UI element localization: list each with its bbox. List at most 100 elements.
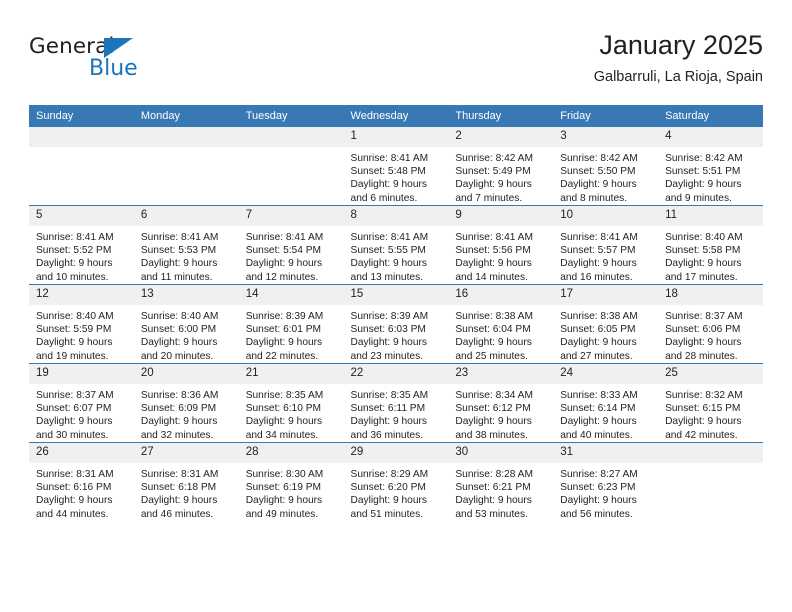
day-number <box>133 127 239 147</box>
sunrise-text: Sunrise: 8:42 AM <box>665 153 743 164</box>
calendar-day-cell[interactable]: 28 Sunrise: 8:30 AM Sunset: 6:19 PM Dayligh… <box>238 442 344 521</box>
daylight-text-line2: and 8 minutes. <box>560 192 628 204</box>
day-number: 26 <box>29 443 134 463</box>
sunrise-text: Sunrise: 8:40 AM <box>36 311 114 322</box>
daylight-text-line2: and 34 minutes. <box>245 429 319 441</box>
daylight-text-line1: Daylight: 9 hours <box>560 258 637 270</box>
day-details: Sunrise: 8:41 AM Sunset: 5:57 PM Daylight:… <box>553 226 658 284</box>
calendar-day-cell[interactable]: 25 Sunrise: 8:32 AM Sunset: 6:15 PM Dayligh… <box>658 363 763 443</box>
day-details: Sunrise: 8:39 AM Sunset: 6:03 PM Daylight:… <box>344 305 449 363</box>
day-details: Sunrise: 8:32 AM Sunset: 6:15 PM Daylight:… <box>658 384 763 442</box>
day-details: Sunrise: 8:27 AM Sunset: 6:23 PM Daylight:… <box>553 463 658 521</box>
sunset-text: Sunset: 6:05 PM <box>560 324 636 336</box>
day-details: Sunrise: 8:37 AM Sunset: 6:06 PM Daylight:… <box>658 305 763 363</box>
calendar-day-cell[interactable]: 6 Sunrise: 8:41 AM Sunset: 5:53 PM Daylight… <box>133 205 239 285</box>
day-details: Sunrise: 8:42 AM Sunset: 5:51 PM Daylight:… <box>658 147 763 205</box>
daylight-text-line2: and 30 minutes. <box>36 429 109 441</box>
calendar-day-cell[interactable]: 20 Sunrise: 8:36 AM Sunset: 6:09 PM Dayligh… <box>133 363 239 443</box>
sunset-text: Sunset: 6:09 PM <box>140 403 217 415</box>
day-number: 5 <box>29 206 134 226</box>
calendar-day-cell[interactable]: 7 Sunrise: 8:41 AM Sunset: 5:54 PM Daylight… <box>238 205 344 285</box>
brand-logo[interactable]: General Blue <box>29 34 209 92</box>
calendar-day-cell[interactable]: 17 Sunrise: 8:38 AM Sunset: 6:05 PM Dayligh… <box>553 284 659 364</box>
sunrise-text: Sunrise: 8:40 AM <box>665 232 743 243</box>
daylight-text-line2: and 46 minutes. <box>140 508 214 520</box>
calendar-day-cell[interactable]: 29 Sunrise: 8:29 AM Sunset: 6:20 PM Dayligh… <box>343 442 449 521</box>
sunset-text: Sunset: 5:57 PM <box>560 245 636 257</box>
calendar-day-cell[interactable]: 13 Sunrise: 8:40 AM Sunset: 6:00 PM Dayligh… <box>133 284 239 364</box>
sunrise-text: Sunrise: 8:32 AM <box>665 390 743 401</box>
daylight-text-line1: Daylight: 9 hours <box>665 258 742 270</box>
day-number: 11 <box>658 206 763 226</box>
daylight-text-line2: and 19 minutes. <box>36 350 109 362</box>
calendar-day-cell[interactable]: 31 Sunrise: 8:27 AM Sunset: 6:23 PM Dayligh… <box>553 442 659 521</box>
calendar-day-cell[interactable]: 5 Sunrise: 8:41 AM Sunset: 5:52 PM Daylight… <box>29 205 134 285</box>
daylight-text-line2: and 11 minutes. <box>140 271 213 283</box>
page-subtitle: Galbarruli, La Rioja, Spain <box>593 69 763 85</box>
calendar-day-cell[interactable]: 2 Sunrise: 8:42 AM Sunset: 5:49 PM Daylight… <box>448 127 554 206</box>
calendar-day-cell[interactable]: 15 Sunrise: 8:39 AM Sunset: 6:03 PM Dayligh… <box>343 284 449 364</box>
daylight-text-line2: and 7 minutes. <box>455 192 523 204</box>
day-details: Sunrise: 8:31 AM Sunset: 6:16 PM Daylight:… <box>29 463 134 521</box>
sunset-text: Sunset: 6:07 PM <box>36 403 112 415</box>
weekday-header-wednesday: Wednesday <box>343 105 449 127</box>
calendar-day-cell[interactable]: 10 Sunrise: 8:41 AM Sunset: 5:57 PM Dayligh… <box>553 205 659 285</box>
calendar-day-cell[interactable]: 3 Sunrise: 8:42 AM Sunset: 5:50 PM Daylight… <box>553 127 659 206</box>
weekday-header-sunday: Sunday <box>29 105 134 127</box>
calendar-day-cell[interactable]: 27 Sunrise: 8:31 AM Sunset: 6:18 PM Dayligh… <box>133 442 239 521</box>
day-number: 17 <box>553 285 659 305</box>
calendar-day-cell[interactable]: 19 Sunrise: 8:37 AM Sunset: 6:07 PM Dayligh… <box>29 363 134 443</box>
day-details: Sunrise: 8:37 AM Sunset: 6:07 PM Daylight:… <box>29 384 134 442</box>
daylight-text-line1: Daylight: 9 hours <box>455 416 532 428</box>
day-number: 21 <box>238 364 344 384</box>
calendar-day-cell[interactable]: 12 Sunrise: 8:40 AM Sunset: 5:59 PM Dayligh… <box>29 284 134 364</box>
daylight-text-line2: and 25 minutes. <box>455 350 528 362</box>
calendar-day-cell[interactable]: 11 Sunrise: 8:40 AM Sunset: 5:58 PM Dayligh… <box>658 205 763 285</box>
calendar-week-row: 1 Sunrise: 8:41 AM Sunset: 5:48 PM Daylight… <box>29 127 763 206</box>
day-number: 12 <box>29 285 134 305</box>
calendar-day-cell[interactable]: 23 Sunrise: 8:34 AM Sunset: 6:12 PM Dayligh… <box>448 363 554 443</box>
day-details: Sunrise: 8:40 AM Sunset: 5:58 PM Daylight:… <box>658 226 763 284</box>
brand-name-blue: Blue <box>89 56 138 81</box>
calendar-table: Sunday Monday Tuesday Wednesday Thursday… <box>29 105 763 521</box>
weekday-header-friday: Friday <box>553 105 659 127</box>
calendar-day-cell[interactable]: 9 Sunrise: 8:41 AM Sunset: 5:56 PM Daylight… <box>448 205 554 285</box>
calendar-day-cell[interactable]: 30 Sunrise: 8:28 AM Sunset: 6:21 PM Dayligh… <box>448 442 554 521</box>
day-number: 7 <box>238 206 344 226</box>
calendar-day-cell[interactable]: 4 Sunrise: 8:42 AM Sunset: 5:51 PM Daylight… <box>658 127 763 206</box>
day-number: 23 <box>448 364 554 384</box>
calendar-week-row: 26 Sunrise: 8:31 AM Sunset: 6:16 PM Dayligh… <box>29 442 763 521</box>
sunset-text: Sunset: 5:50 PM <box>560 166 636 178</box>
daylight-text-line2: and 49 minutes. <box>245 508 319 520</box>
daylight-text-line1: Daylight: 9 hours <box>245 416 323 428</box>
calendar-day-cell[interactable]: 16 Sunrise: 8:38 AM Sunset: 6:04 PM Dayligh… <box>448 284 554 364</box>
sunset-text: Sunset: 5:58 PM <box>665 245 741 257</box>
calendar-day-cell[interactable]: 1 Sunrise: 8:41 AM Sunset: 5:48 PM Daylight… <box>343 127 449 206</box>
calendar-day-cell[interactable]: 14 Sunrise: 8:39 AM Sunset: 6:01 PM Dayligh… <box>238 284 344 364</box>
daylight-text-line1: Daylight: 9 hours <box>665 337 742 349</box>
daylight-text-line1: Daylight: 9 hours <box>350 337 427 349</box>
calendar-day-cell[interactable]: 8 Sunrise: 8:41 AM Sunset: 5:55 PM Daylight… <box>343 205 449 285</box>
calendar-day-cell[interactable]: 22 Sunrise: 8:35 AM Sunset: 6:11 PM Dayligh… <box>343 363 449 443</box>
day-details: Sunrise: 8:41 AM Sunset: 5:56 PM Daylight:… <box>448 226 553 284</box>
day-number: 2 <box>448 127 554 147</box>
sunset-text: Sunset: 5:53 PM <box>140 245 217 257</box>
calendar-day-cell[interactable]: 24 Sunrise: 8:33 AM Sunset: 6:14 PM Dayligh… <box>553 363 659 443</box>
sunrise-text: Sunrise: 8:37 AM <box>36 390 114 401</box>
calendar-day-cell[interactable]: 26 Sunrise: 8:31 AM Sunset: 6:16 PM Dayligh… <box>29 442 134 521</box>
daylight-text-line1: Daylight: 9 hours <box>245 337 323 349</box>
day-number: 24 <box>553 364 659 384</box>
daylight-text-line1: Daylight: 9 hours <box>455 495 532 507</box>
daylight-text-line1: Daylight: 9 hours <box>665 179 742 191</box>
sunrise-text: Sunrise: 8:29 AM <box>350 469 429 480</box>
day-number <box>29 127 134 147</box>
day-number: 25 <box>658 364 763 384</box>
day-details: Sunrise: 8:33 AM Sunset: 6:14 PM Daylight:… <box>553 384 658 442</box>
calendar-day-cell[interactable]: 18 Sunrise: 8:37 AM Sunset: 6:06 PM Dayligh… <box>658 284 763 364</box>
sunrise-text: Sunrise: 8:41 AM <box>560 232 638 243</box>
calendar-week-row: 19 Sunrise: 8:37 AM Sunset: 6:07 PM Dayligh… <box>29 363 763 443</box>
day-number: 3 <box>553 127 659 147</box>
day-number: 28 <box>238 443 344 463</box>
calendar-day-cell[interactable]: 21 Sunrise: 8:35 AM Sunset: 6:10 PM Dayligh… <box>238 363 344 443</box>
sunrise-text: Sunrise: 8:41 AM <box>350 153 429 164</box>
